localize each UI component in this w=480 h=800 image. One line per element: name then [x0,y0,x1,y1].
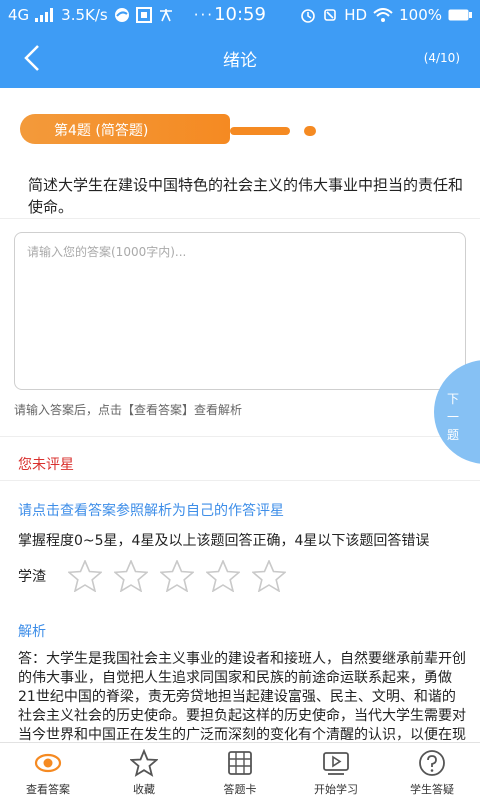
star-rating-label: 学渣 [18,569,46,585]
divider [0,218,480,219]
hd-label: HD [344,6,368,24]
question-type-banner: 第4题 (简答题) [20,114,316,144]
star-icon[interactable] [62,558,108,594]
tab-label: 学生答疑 [410,783,454,796]
grid-icon [228,751,252,775]
rating-prompt: 请点击查看答案参照解析为自己的作答评星 [18,503,284,519]
tab-label: 收藏 [133,783,155,796]
tab-favorite[interactable]: 收藏 [96,743,192,800]
banner-decoration [230,127,290,135]
mastery-description: 掌握程度0~5星，4星及以上该题回答正确，4星以下该题回答错误 [18,533,430,549]
question-type-label: 第4题 (简答题) [54,123,149,139]
star-icon[interactable] [200,558,246,594]
analysis-text: 答：大学生是我国社会主义事业的建设者和接班人，自然要继承前辈开创的伟大事业，自觉… [18,651,466,742]
star-icon[interactable] [246,558,292,594]
analysis-title: 解析 [18,624,46,640]
question-progress: (4/10) [423,51,460,65]
tab-answer-card[interactable]: 答题卡 [192,743,288,800]
mute-icon [324,9,337,21]
question-text: 简述大学生在建设中国特色的社会主义的伟大事业中担当的责任和使命。 [28,176,464,216]
tab-view-answer[interactable]: 查看答案 [0,743,96,800]
battery-icon [448,9,472,21]
star-icon[interactable] [108,558,154,594]
tab-label: 开始学习 [314,783,358,796]
answer-input[interactable]: 请输入您的答案(1000字内)... [14,232,466,390]
tab-student-qa[interactable]: 学生答疑 [384,743,480,800]
eye-icon [34,753,62,773]
banner-decoration-light [244,118,296,124]
wifi-icon [373,8,393,22]
tab-start-learning[interactable]: 开始学习 [288,743,384,800]
question-content: 第4题 (简答题) 简述大学生在建设中国特色的社会主义的伟大事业中担当的责任和使… [0,88,480,742]
banner-decoration-dot [304,126,316,136]
question-icon [419,750,445,776]
alarm-icon [301,9,316,23]
star-rating: 学渣 [18,558,292,594]
rating-status: 您未评星 [18,457,74,473]
star-icon[interactable] [154,558,200,594]
page-title: 绪论 [223,51,257,71]
tab-label: 查看答案 [26,783,70,796]
play-icon [323,752,349,775]
nav-bar: 绪论 (4/10) [0,30,480,88]
next-question-label: 下一题 [446,392,459,442]
bottom-tab-bar: 查看答案 收藏 答题卡 开始学习 学生答疑 [0,742,480,800]
tab-label: 答题卡 [223,783,257,796]
answer-hint: 请输入答案后，点击【查看答案】查看解析 [14,403,243,417]
star-icon [130,749,158,777]
battery-percent: 100% [399,6,442,24]
divider [0,436,480,437]
status-bar: 4G 3.5K/s ··· 10:59 HD 100% [0,0,480,30]
divider [0,480,480,481]
